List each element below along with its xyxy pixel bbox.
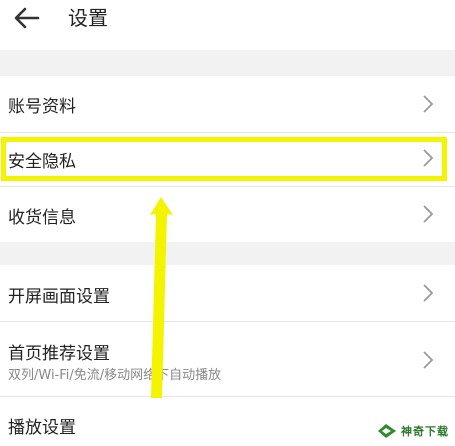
settings-item-subtitle: 双列/Wi-Fi/免流/移动网络下自动播放 [8,368,222,383]
chevron-right-icon [423,284,434,302]
chevron-right-icon [423,205,434,223]
settings-item-account-profile[interactable]: 账号资料 [0,76,455,132]
chevron-right-icon [423,95,434,113]
settings-item-label: 开屏画面设置 [8,287,110,307]
settings-item-label: 首页推荐设置 [8,344,110,364]
settings-item-label: 收货信息 [8,208,76,228]
chevron-right-icon [423,149,434,167]
settings-item-security-privacy[interactable]: 安全隐私 [0,133,455,186]
top-bar: 设置 [0,0,455,50]
settings-item-label: 账号资料 [8,97,76,117]
page-title: 设置 [68,6,108,30]
chevron-right-icon [423,351,434,369]
settings-item-home-recommendation[interactable]: 首页推荐设置 双列/Wi-Fi/免流/移动网络下自动播放 [0,322,455,396]
arrow-left-icon[interactable] [12,4,42,32]
settings-item-shipping-info[interactable]: 收货信息 [0,187,455,242]
watermark: 神奇下载 [376,422,449,440]
watermark-logo-icon [378,424,396,438]
settings-item-label: 安全隐私 [8,152,76,172]
settings-item-splash-screen[interactable]: 开屏画面设置 [0,265,455,321]
watermark-text: 神奇下载 [401,426,449,438]
settings-item-label: 播放设置 [8,418,76,438]
